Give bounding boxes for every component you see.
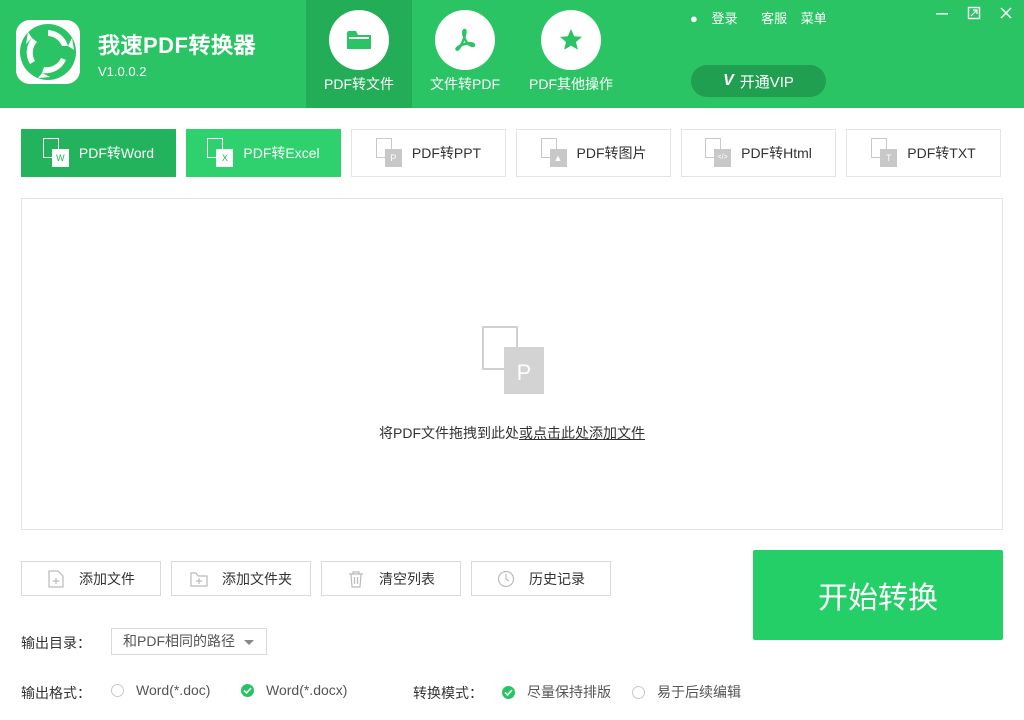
chevron-down-icon xyxy=(244,640,254,645)
acrobat-icon xyxy=(435,10,495,70)
format-docx-radio[interactable]: Word(*.docx) xyxy=(241,682,347,698)
txt-file-icon: T xyxy=(871,138,899,168)
format-docx-label: Word(*.docx) xyxy=(266,682,348,698)
tab-label: 文件转PDF xyxy=(430,76,500,92)
output-format-label: 输出格式： xyxy=(21,685,91,701)
mode-easy-edit-radio[interactable]: 易于后续编辑 xyxy=(632,682,741,702)
app-logo xyxy=(16,20,80,84)
top-links: ● 登录 客服 菜单 xyxy=(690,8,837,27)
subtab-pdf-to-html[interactable]: </> PDF转Html xyxy=(681,129,836,177)
radio-unchecked-icon xyxy=(111,683,124,697)
tab-pdf-to-file[interactable]: PDF转文件 xyxy=(306,0,412,108)
maximize-icon xyxy=(967,6,981,20)
drop-hint-text: 将PDF文件拖拽到此处 xyxy=(379,425,519,441)
tab-pdf-other[interactable]: PDF其他操作 xyxy=(518,0,624,108)
recycle-logo-icon xyxy=(16,20,80,84)
image-file-icon: ▲ xyxy=(540,138,569,168)
star-icon xyxy=(541,10,601,70)
start-convert-button[interactable]: 开始转换 xyxy=(753,550,1003,640)
add-file-label: 添加文件 xyxy=(79,570,135,587)
format-doc-label: Word(*.doc) xyxy=(136,682,211,698)
add-folder-label: 添加文件夹 xyxy=(222,570,292,587)
output-dir-select[interactable]: 和PDF相同的路径 xyxy=(111,628,267,655)
close-icon xyxy=(1000,7,1012,19)
excel-file-icon: X xyxy=(207,138,235,168)
subtab-label: PDF转TXT xyxy=(907,145,976,161)
add-file-icon xyxy=(47,569,65,588)
maximize-button[interactable] xyxy=(964,6,984,26)
mode-easy-edit-label: 易于后续编辑 xyxy=(657,684,741,700)
file-drop-zone[interactable]: P 将PDF文件拖拽到此处或点击此处添加文件 xyxy=(21,198,1003,530)
service-link[interactable]: 客服 xyxy=(761,11,787,26)
subtab-label: PDF转PPT xyxy=(411,145,482,161)
vip-badge-icon: V xyxy=(723,72,734,89)
subtab-pdf-to-excel[interactable]: X PDF转Excel xyxy=(186,129,341,177)
radio-checked-icon xyxy=(241,683,254,697)
history-button[interactable]: 历史记录 xyxy=(471,561,611,596)
folder-icon xyxy=(329,10,389,70)
subtab-label: PDF转图片 xyxy=(576,145,647,161)
trash-icon xyxy=(347,570,365,588)
clear-list-label: 清空列表 xyxy=(379,570,435,587)
mode-keep-layout-label: 尽量保持排版 xyxy=(527,684,611,700)
subtab-pdf-to-image[interactable]: ▲ PDF转图片 xyxy=(516,129,671,177)
history-label: 历史记录 xyxy=(529,570,585,587)
mode-keep-layout-radio[interactable]: 尽量保持排版 xyxy=(502,682,611,702)
radio-checked-icon xyxy=(502,685,515,699)
radio-unchecked-icon xyxy=(632,685,645,699)
app-title: 我速PDF转换器 xyxy=(98,33,257,58)
output-dir-value: 和PDF相同的路径 xyxy=(123,633,235,649)
subtab-label: PDF转Html xyxy=(741,145,812,161)
output-dir-label: 输出目录： xyxy=(21,635,91,651)
tab-label: PDF其他操作 xyxy=(529,76,613,92)
login-label: 登录 xyxy=(711,11,738,26)
subtab-pdf-to-word[interactable]: W PDF转Word xyxy=(21,129,176,177)
close-button[interactable] xyxy=(996,6,1016,26)
vip-button[interactable]: V 开通VIP xyxy=(691,65,826,97)
html-file-icon: </> xyxy=(705,138,733,168)
add-folder-icon xyxy=(190,570,208,588)
add-file-button[interactable]: 添加文件 xyxy=(21,561,161,596)
app-header: 我速PDF转换器 V1.0.0.2 PDF转文件 文件转PDF PDF其他操作 … xyxy=(0,0,1024,108)
tab-file-to-pdf[interactable]: 文件转PDF xyxy=(412,0,518,108)
app-version: V1.0.0.2 xyxy=(98,64,147,79)
convert-mode-label: 转换模式： xyxy=(413,685,483,701)
subtab-label: PDF转Excel xyxy=(243,145,320,161)
clock-icon xyxy=(497,570,515,588)
minimize-icon xyxy=(936,13,948,15)
tab-label: PDF转文件 xyxy=(324,76,394,92)
clear-list-button[interactable]: 清空列表 xyxy=(321,561,461,596)
login-link[interactable]: ● 登录 xyxy=(690,11,748,26)
add-file-link[interactable]: 或点击此处添加文件 xyxy=(519,425,645,441)
drop-hint: 将PDF文件拖拽到此处或点击此处添加文件 xyxy=(22,423,1002,443)
vip-label: 开通VIP xyxy=(739,73,794,91)
user-icon: ● xyxy=(690,11,698,26)
add-folder-button[interactable]: 添加文件夹 xyxy=(171,561,311,596)
ppt-file-icon: P xyxy=(375,138,404,168)
pdf-file-icon: P xyxy=(482,326,544,396)
minimize-button[interactable] xyxy=(932,6,952,26)
word-file-icon: W xyxy=(42,138,71,168)
menu-link[interactable]: 菜单 xyxy=(801,11,827,26)
subtab-pdf-to-ppt[interactable]: P PDF转PPT xyxy=(351,129,506,177)
subtab-pdf-to-txt[interactable]: T PDF转TXT xyxy=(846,129,1001,177)
subtab-label: PDF转Word xyxy=(78,145,155,161)
format-doc-radio[interactable]: Word(*.doc) xyxy=(111,682,210,698)
